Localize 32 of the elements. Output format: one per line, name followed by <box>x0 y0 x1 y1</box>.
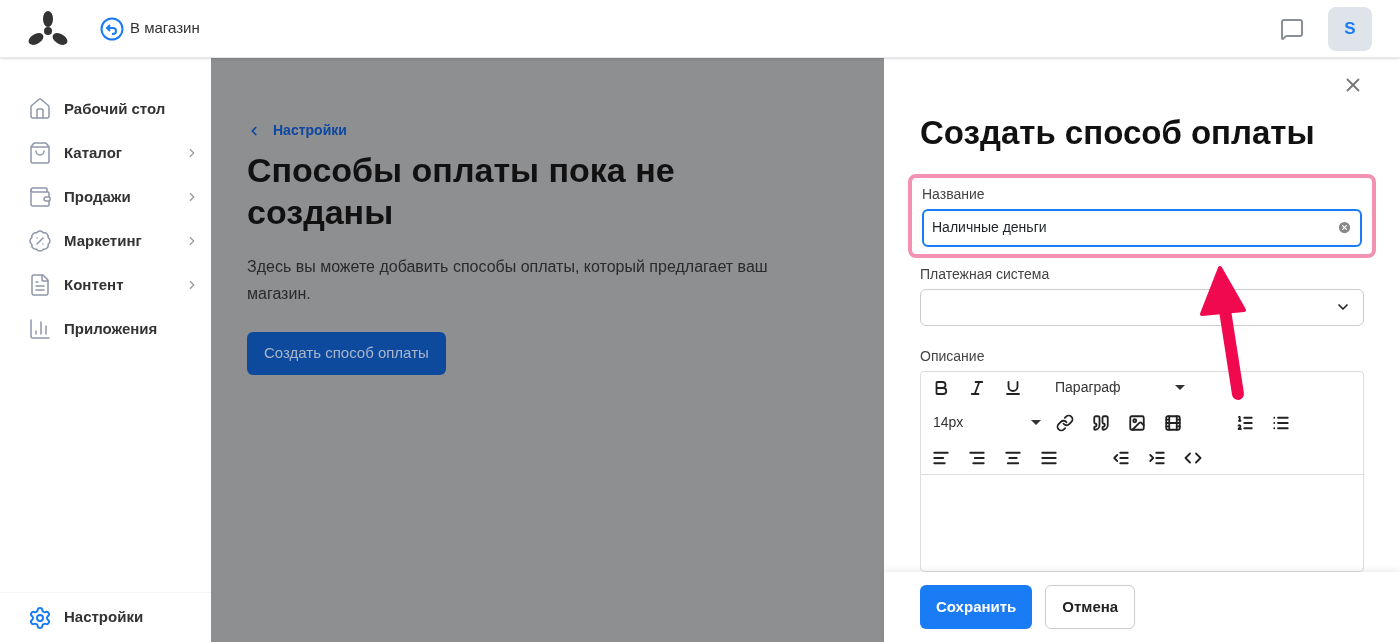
home-icon <box>28 97 52 121</box>
shopping-bag-icon <box>28 141 52 165</box>
sidebar-item[interactable]: Каталог <box>0 138 211 168</box>
name-input-field[interactable]: Наличные деньги <box>922 208 1362 247</box>
wallet-icon <box>28 185 52 209</box>
cancel-button[interactable]: Отмена <box>1045 585 1136 629</box>
sidebar-item[interactable]: Рабочий стол <box>0 94 211 124</box>
gear-icon <box>28 605 52 630</box>
save-button[interactable]: Сохранить <box>920 585 1033 629</box>
sidebar-item[interactable]: Приложения <box>0 314 211 344</box>
page-description: Здесь вы можете добавить способы оплаты, который предлагает ваш магазин. <box>247 257 769 304</box>
create-payment-button[interactable]: Создать способ оплаты <box>247 332 446 375</box>
field-label: Описание <box>920 346 986 366</box>
sidebar-item[interactable]: Маркетинг <box>0 226 211 256</box>
sidebar-item[interactable]: Контент <box>0 270 211 300</box>
clear-icon[interactable] <box>1337 220 1352 235</box>
percent-icon <box>28 229 52 253</box>
sidebar-item[interactable]: Продажи <box>0 182 211 212</box>
document-icon <box>28 273 52 297</box>
field-label: Название <box>922 184 986 204</box>
propeller-logo-icon[interactable] <box>28 10 68 47</box>
block-format-dropdown[interactable]: Параграф <box>1055 377 1185 398</box>
back-to-store-link[interactable]: В магазин <box>100 16 200 41</box>
font-size-dropdown[interactable]: 14px <box>929 412 1041 433</box>
page-title: Способы оплаты пока не созданы <box>247 150 676 233</box>
bar-chart-icon <box>28 317 52 341</box>
panel-title: Создать способ оплаты <box>920 113 1316 153</box>
chat-icon[interactable] <box>1280 16 1304 41</box>
field-label: Платежная система <box>920 264 1051 284</box>
caret-icon <box>1031 420 1041 425</box>
payment-system-select[interactable] <box>920 288 1364 326</box>
caret-icon <box>1175 385 1185 390</box>
